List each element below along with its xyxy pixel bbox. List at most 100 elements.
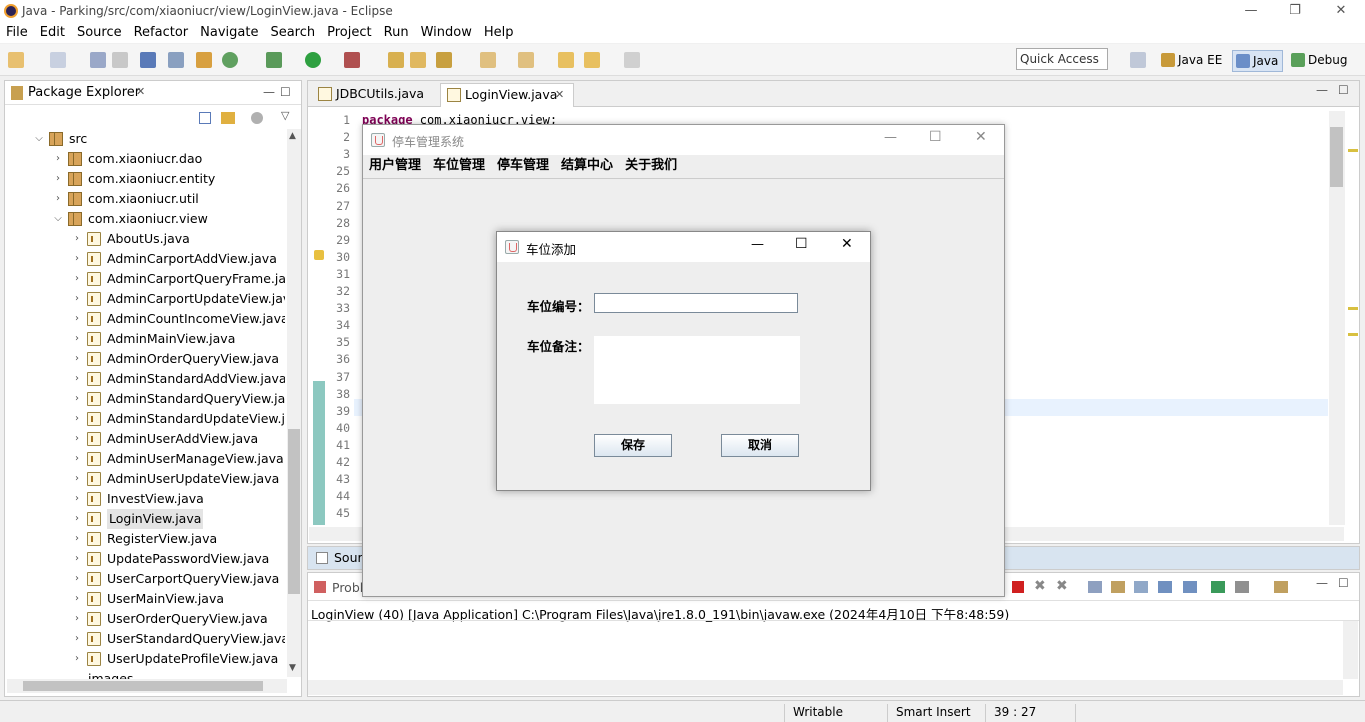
maximize-editor-icon[interactable]: ☐	[1338, 83, 1349, 97]
show-stdout-icon[interactable]	[1158, 581, 1172, 593]
minimize-button[interactable]: —	[884, 130, 897, 145]
tree-java-file[interactable]: › RegisterView.java	[75, 529, 217, 549]
view-title[interactable]: Package Explorer	[28, 85, 140, 100]
maximize-view-icon[interactable]: ☐	[280, 85, 291, 99]
tree-java-file[interactable]: › UserMainView.java	[75, 589, 224, 609]
perspective-debug[interactable]: Debug	[1288, 50, 1351, 72]
menu-settlement-center[interactable]: 结算中心	[555, 155, 619, 177]
tree-java-file[interactable]: › AdminStandardQueryView.java	[75, 389, 285, 409]
build-icon[interactable]	[196, 52, 212, 68]
tree-java-file[interactable]: › UserOrderQueryView.java	[75, 609, 268, 629]
console-vscrollbar[interactable]	[1343, 621, 1358, 679]
overview-marker[interactable]	[1348, 149, 1358, 152]
run-icon[interactable]	[305, 52, 321, 68]
chevron-right-icon[interactable]: ›	[71, 489, 83, 509]
save-all-icon[interactable]	[112, 52, 128, 68]
dialog-close-button[interactable]: ✕	[841, 236, 853, 252]
terminate-icon[interactable]	[1012, 581, 1024, 593]
tree-package[interactable]: ⌵ com.xiaoniucr.view	[54, 209, 208, 229]
restore-button[interactable]: ❐	[1285, 2, 1305, 20]
minimize-view-icon[interactable]: —	[263, 85, 275, 99]
scroll-thumb[interactable]	[23, 681, 263, 691]
close-view-icon[interactable]: ✕	[136, 85, 145, 98]
editor-vscrollbar[interactable]	[1329, 111, 1345, 525]
chevron-right-icon[interactable]: ›	[71, 369, 83, 389]
chevron-right-icon[interactable]: ›	[71, 409, 83, 429]
minimize-button[interactable]: —	[1241, 2, 1261, 20]
chevron-right-icon[interactable]: ›	[52, 189, 64, 209]
chevron-right-icon[interactable]: ›	[71, 309, 83, 329]
remove-launch-icon[interactable]: ✖	[1034, 578, 1046, 594]
chevron-right-icon[interactable]: ›	[71, 229, 83, 249]
package-explorer-hscrollbar[interactable]	[7, 679, 287, 693]
tab-loginview[interactable]: LoginView.java ✕	[440, 83, 574, 107]
remove-all-icon[interactable]: ✖	[1056, 578, 1068, 594]
menu-user-management[interactable]: 用户管理	[363, 155, 427, 177]
show-stderr-icon[interactable]	[1183, 581, 1197, 593]
new-wizard-icon[interactable]	[50, 52, 66, 68]
clear-console-icon[interactable]	[1088, 581, 1102, 593]
save-button[interactable]: 保存	[594, 434, 672, 457]
menu-navigate[interactable]: Navigate	[194, 23, 264, 43]
scroll-thumb[interactable]	[288, 429, 300, 594]
tab-problems[interactable]: Probl	[332, 580, 363, 595]
close-window-button[interactable]: ✕	[1331, 2, 1351, 20]
menu-refactor[interactable]: Refactor	[128, 23, 195, 43]
tree-java-file[interactable]: › AdminCarportAddView.java	[75, 249, 277, 269]
tree-java-file[interactable]: › InvestView.java	[75, 489, 204, 509]
overview-marker[interactable]	[1348, 307, 1358, 310]
focus-icon[interactable]	[251, 112, 263, 124]
menu-help[interactable]: Help	[478, 23, 520, 43]
cancel-button[interactable]: 取消	[721, 434, 799, 457]
open-console-icon[interactable]	[1274, 581, 1288, 593]
chevron-right-icon[interactable]: ›	[71, 429, 83, 449]
tree-java-file[interactable]: › AdminUserManageView.java	[75, 449, 284, 469]
carport-number-input[interactable]	[594, 293, 798, 313]
tree-java-file[interactable]: › UserCarportQueryView.java	[75, 569, 279, 589]
chevron-right-icon[interactable]: ›	[71, 569, 83, 589]
skip-breakpoints-icon[interactable]	[168, 52, 184, 68]
save-icon[interactable]	[90, 52, 106, 68]
chevron-right-icon[interactable]: ›	[71, 269, 83, 289]
tree-java-file[interactable]: › UpdatePasswordView.java	[75, 549, 269, 569]
chevron-right-icon[interactable]: ›	[71, 609, 83, 629]
chevron-right-icon[interactable]: ›	[71, 389, 83, 409]
scroll-lock-icon[interactable]	[1111, 581, 1125, 593]
chevron-right-icon[interactable]: ›	[71, 509, 83, 529]
tree-java-file[interactable]: › AdminStandardAddView.java	[75, 369, 285, 389]
tree-images-folder[interactable]: images	[88, 669, 133, 679]
chevron-right-icon[interactable]: ›	[71, 249, 83, 269]
display-console-icon[interactable]	[1235, 581, 1249, 593]
tree-java-file[interactable]: › AdminCountIncomeView.java	[75, 309, 285, 329]
open-folder-icon[interactable]	[410, 52, 426, 68]
last-edit-icon[interactable]	[558, 52, 574, 68]
warning-marker-icon[interactable]	[314, 250, 324, 260]
close-button[interactable]: ✕	[975, 129, 987, 145]
tree-java-file[interactable]: › AdminCarportUpdateView.java	[75, 289, 285, 309]
chevron-right-icon[interactable]: ›	[52, 169, 64, 189]
tree-src-folder[interactable]: ⌵ src	[35, 129, 87, 149]
debug-icon[interactable]	[266, 52, 282, 68]
tree-java-file[interactable]: › AdminUserAddView.java	[75, 429, 258, 449]
tab-jdbcutils[interactable]: JDBCUtils.java	[312, 83, 440, 107]
menu-edit[interactable]: Edit	[34, 23, 71, 43]
package-explorer-vscrollbar[interactable]: ▲ ▼	[287, 129, 301, 677]
chevron-down-icon[interactable]: ⌵	[52, 209, 64, 229]
tab-source[interactable]: Sour	[334, 550, 363, 565]
chevron-right-icon[interactable]: ›	[71, 289, 83, 309]
chevron-right-icon[interactable]: ›	[71, 549, 83, 569]
menu-run[interactable]: Run	[378, 23, 415, 43]
perspective-java[interactable]: Java	[1232, 50, 1284, 72]
dialog-minimize-button[interactable]: —	[751, 237, 764, 252]
console-icon[interactable]	[140, 52, 156, 68]
close-tab-icon[interactable]: ✕	[555, 84, 564, 106]
menu-file[interactable]: File	[0, 23, 34, 43]
chevron-right-icon[interactable]: ›	[71, 589, 83, 609]
maximize-console-icon[interactable]: ☐	[1338, 576, 1349, 590]
tree-java-file[interactable]: › AdminUserUpdateView.java	[75, 469, 279, 489]
chevron-down-icon[interactable]: ⌵	[33, 129, 45, 149]
tree-java-file[interactable]: › AdminMainView.java	[75, 329, 235, 349]
pin-console-icon[interactable]	[1211, 581, 1225, 593]
word-wrap-icon[interactable]	[1134, 581, 1148, 593]
chevron-right-icon[interactable]: ›	[71, 649, 83, 669]
